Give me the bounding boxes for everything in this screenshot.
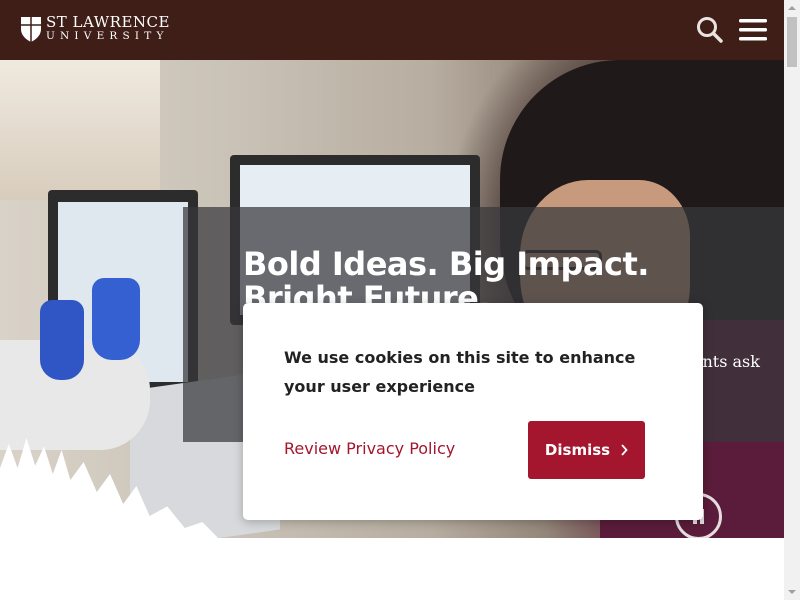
page-scrollbar[interactable] bbox=[784, 0, 800, 600]
chevron-right-icon bbox=[621, 444, 628, 456]
shield-icon bbox=[21, 16, 41, 42]
hero-photo-microscope-eyepiece bbox=[92, 278, 140, 360]
scroll-down-button[interactable] bbox=[784, 584, 800, 600]
scroll-down-arrow-icon bbox=[788, 590, 796, 594]
hero-headline-line2: Bright Future. bbox=[243, 281, 491, 303]
site-header: ST LAWRENCE UNIVERSITY bbox=[0, 0, 784, 60]
cookie-message: We use cookies on this site to enhance y… bbox=[284, 348, 636, 396]
scroll-up-arrow-icon bbox=[788, 6, 796, 10]
search-button[interactable] bbox=[696, 16, 724, 44]
scrollbar-thumb[interactable] bbox=[787, 17, 797, 67]
hero-headline-line1: Bold Ideas. Big Impact. bbox=[243, 245, 649, 283]
search-icon bbox=[697, 17, 723, 43]
hero-photo-shelf bbox=[0, 60, 160, 200]
dismiss-button[interactable]: Dismiss bbox=[528, 421, 645, 479]
university-logo[interactable]: ST LAWRENCE UNIVERSITY bbox=[20, 14, 170, 44]
scroll-up-button[interactable] bbox=[784, 0, 800, 16]
hero-headline: Bold Ideas. Big Impact. Bright Future. bbox=[243, 247, 783, 303]
menu-button[interactable] bbox=[739, 17, 767, 43]
privacy-policy-link[interactable]: Review Privacy Policy bbox=[284, 439, 455, 458]
hamburger-menu-icon bbox=[739, 19, 767, 41]
logo-wordmark: ST LAWRENCE UNIVERSITY bbox=[46, 15, 170, 43]
hero-subtext: ents ask bbox=[693, 352, 760, 371]
logo-line2: UNIVERSITY bbox=[46, 30, 169, 42]
logo-line1: ST LAWRENCE bbox=[46, 13, 170, 31]
hero-bottom-edge bbox=[0, 538, 784, 540]
hero-photo-microscope-eyepiece bbox=[40, 300, 84, 380]
dismiss-label: Dismiss bbox=[544, 441, 611, 459]
cookie-consent-dialog: We use cookies on this site to enhance y… bbox=[243, 303, 703, 520]
